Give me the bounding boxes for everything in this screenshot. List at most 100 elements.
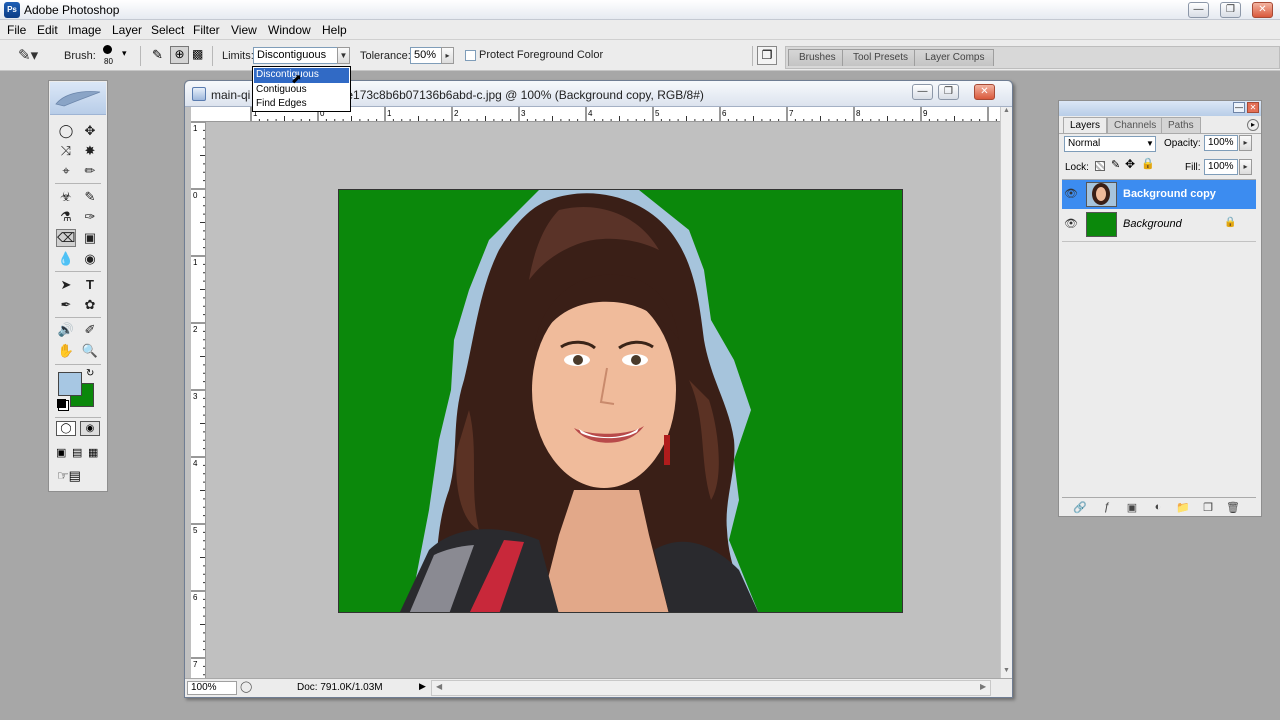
standard-mode-icon[interactable]: ◯ [56, 421, 76, 436]
hand-tool-icon[interactable]: ✋ [56, 342, 76, 360]
scroll-up-arrow-icon[interactable]: ▲ [1003, 107, 1010, 114]
pen-tool-icon[interactable]: ✒ [56, 296, 76, 314]
horizontal-scrollbar[interactable]: ◀ ▶ [431, 680, 991, 696]
doc-minimize-button[interactable]: — [912, 84, 933, 100]
restore-button[interactable]: ❐ [1220, 2, 1241, 18]
new-layer-icon[interactable]: ❐ [1199, 501, 1217, 514]
brush-tool-icon[interactable]: ✎ [80, 188, 100, 206]
brush-picker-chevron-icon[interactable]: ▾ [122, 48, 127, 59]
magic-wand-tool-icon[interactable]: ✸ [80, 142, 100, 160]
clone-stamp-tool-icon[interactable]: ⚗ [56, 208, 76, 226]
palette-close-button[interactable]: ✕ [1247, 102, 1259, 113]
background-eraser-tool-icon[interactable]: ⌫ [56, 229, 76, 247]
layers-palette-titlebar[interactable]: — ✕ [1059, 101, 1261, 116]
limits-select[interactable]: Discontiguous [253, 47, 339, 64]
tab-paths[interactable]: Paths [1161, 117, 1201, 133]
new-group-icon[interactable]: 📁 [1174, 501, 1192, 514]
lasso-tool-icon[interactable]: ⤨ [56, 142, 76, 160]
doc-close-button[interactable]: ✕ [974, 84, 995, 100]
well-tab-brushes[interactable]: Brushes [788, 49, 846, 66]
file-browser-icon[interactable]: ❐ [757, 46, 777, 65]
canvas-area[interactable] [206, 122, 1000, 678]
move-tool-icon[interactable]: ✥ [80, 122, 100, 140]
custom-shape-tool-icon[interactable]: ✿ [80, 296, 100, 314]
tab-channels[interactable]: Channels [1107, 117, 1164, 133]
close-button[interactable]: ✕ [1252, 2, 1273, 18]
scroll-down-arrow-icon[interactable]: ▼ [1003, 667, 1010, 674]
minimize-button[interactable]: — [1188, 2, 1209, 18]
status-info-menu-arrow-icon[interactable]: ▶ [419, 681, 426, 692]
blend-mode-arrow-icon[interactable]: ▼ [1146, 139, 1154, 148]
path-selection-tool-icon[interactable]: ➤ [56, 276, 76, 294]
swap-colors-icon[interactable]: ↻ [86, 368, 94, 379]
tab-layers[interactable]: Layers [1063, 117, 1108, 133]
eyedropper-tool-icon[interactable]: ✐ [80, 321, 100, 339]
layer-name[interactable]: Background copy [1123, 188, 1216, 200]
lock-transparency-icon[interactable] [1095, 161, 1105, 171]
full-screen-menu-mode-icon[interactable]: ▤ [72, 446, 82, 459]
dodge-tool-icon[interactable]: ◉ [80, 250, 100, 268]
standard-screen-mode-icon[interactable]: ▣ [56, 446, 66, 459]
jump-to-imageready-icon[interactable]: ☞▤ [57, 468, 101, 486]
opacity-slider-arrow-icon[interactable]: ▸ [1239, 135, 1252, 151]
menu-image[interactable]: Image [68, 23, 101, 37]
delete-layer-icon[interactable]: 🗑 [1224, 501, 1242, 514]
foreground-color-swatch[interactable] [58, 372, 82, 396]
menu-filter[interactable]: Filter [193, 23, 220, 37]
fill-slider-arrow-icon[interactable]: ▸ [1239, 159, 1252, 175]
lock-pixels-icon[interactable]: ✎ [1111, 158, 1120, 171]
menu-edit[interactable]: Edit [37, 23, 58, 37]
menu-file[interactable]: File [7, 23, 26, 37]
add-layer-mask-icon[interactable]: ▣ [1123, 501, 1141, 514]
image-canvas[interactable] [338, 189, 903, 613]
opacity-input[interactable]: 100% [1204, 135, 1238, 151]
link-layers-icon[interactable]: 🔗 [1071, 501, 1089, 514]
notes-tool-icon[interactable]: 🔊 [56, 321, 76, 339]
type-tool-icon[interactable]: T [80, 276, 100, 294]
doc-restore-button[interactable]: ❐ [938, 84, 959, 100]
scroll-left-arrow-icon[interactable]: ◀ [436, 682, 442, 691]
menu-window[interactable]: Window [268, 23, 311, 37]
menu-layer[interactable]: Layer [112, 23, 142, 37]
gradient-tool-icon[interactable]: ▣ [80, 229, 100, 247]
zoom-level-field[interactable]: 100% [187, 681, 237, 695]
history-brush-tool-icon[interactable]: ✑ [80, 208, 100, 226]
sampling-background-swatch-icon[interactable]: ▩ [192, 47, 203, 61]
palette-minimize-button[interactable]: — [1233, 102, 1245, 113]
layer-row-background[interactable]: 👁 Background 🔒 [1062, 210, 1256, 239]
lock-all-icon[interactable]: 🔒 [1141, 157, 1155, 170]
blend-mode-select[interactable]: Normal [1064, 136, 1156, 152]
healing-brush-tool-icon[interactable]: ☣ [56, 188, 76, 206]
background-eraser-tool-preset-icon[interactable]: ✎▾ [18, 46, 38, 64]
menu-select[interactable]: Select [151, 23, 184, 37]
scroll-right-arrow-icon[interactable]: ▶ [980, 682, 986, 691]
vertical-scrollbar[interactable]: ▲ ▼ [1000, 107, 1012, 678]
toolbox-header[interactable] [50, 82, 106, 115]
slice-tool-icon[interactable]: ✏ [80, 162, 100, 180]
fill-input[interactable]: 100% [1204, 159, 1238, 175]
limits-dropdown-arrow-icon[interactable]: ▼ [337, 47, 350, 64]
palette-menu-icon[interactable]: ▸ [1247, 119, 1259, 131]
zoom-tool-icon[interactable]: 🔍 [80, 342, 100, 360]
layer-visibility-eye-icon[interactable]: 👁 [1062, 180, 1080, 209]
menu-view[interactable]: View [231, 23, 257, 37]
menu-help[interactable]: Help [322, 23, 347, 37]
protect-foreground-checkbox[interactable] [465, 50, 476, 61]
layer-style-icon[interactable]: ƒ [1098, 501, 1116, 513]
lock-position-icon[interactable]: ✥ [1125, 157, 1135, 171]
blur-tool-icon[interactable]: 💧 [56, 250, 76, 268]
layer-name[interactable]: Background [1123, 218, 1182, 230]
crop-tool-icon[interactable]: ⌖ [56, 162, 76, 180]
well-tab-layer-comps[interactable]: Layer Comps [914, 49, 995, 66]
limits-option-find-edges[interactable]: Find Edges [254, 97, 349, 112]
default-colors-icon[interactable] [57, 399, 66, 408]
layer-row-background-copy[interactable]: 👁 Background copy [1062, 180, 1256, 209]
brush-tip-icon[interactable] [103, 45, 112, 54]
layer-visibility-eye-icon[interactable]: 👁 [1062, 210, 1080, 239]
full-screen-mode-icon[interactable]: ▦ [88, 446, 98, 459]
tolerance-input[interactable]: 50% [410, 47, 442, 64]
well-tab-tool-presets[interactable]: Tool Presets [842, 49, 919, 66]
quick-mask-mode-icon[interactable]: ◉ [80, 421, 100, 436]
sampling-continuous-icon[interactable]: ✎ [152, 47, 163, 63]
status-preview-icon[interactable]: ◯ [240, 680, 252, 693]
